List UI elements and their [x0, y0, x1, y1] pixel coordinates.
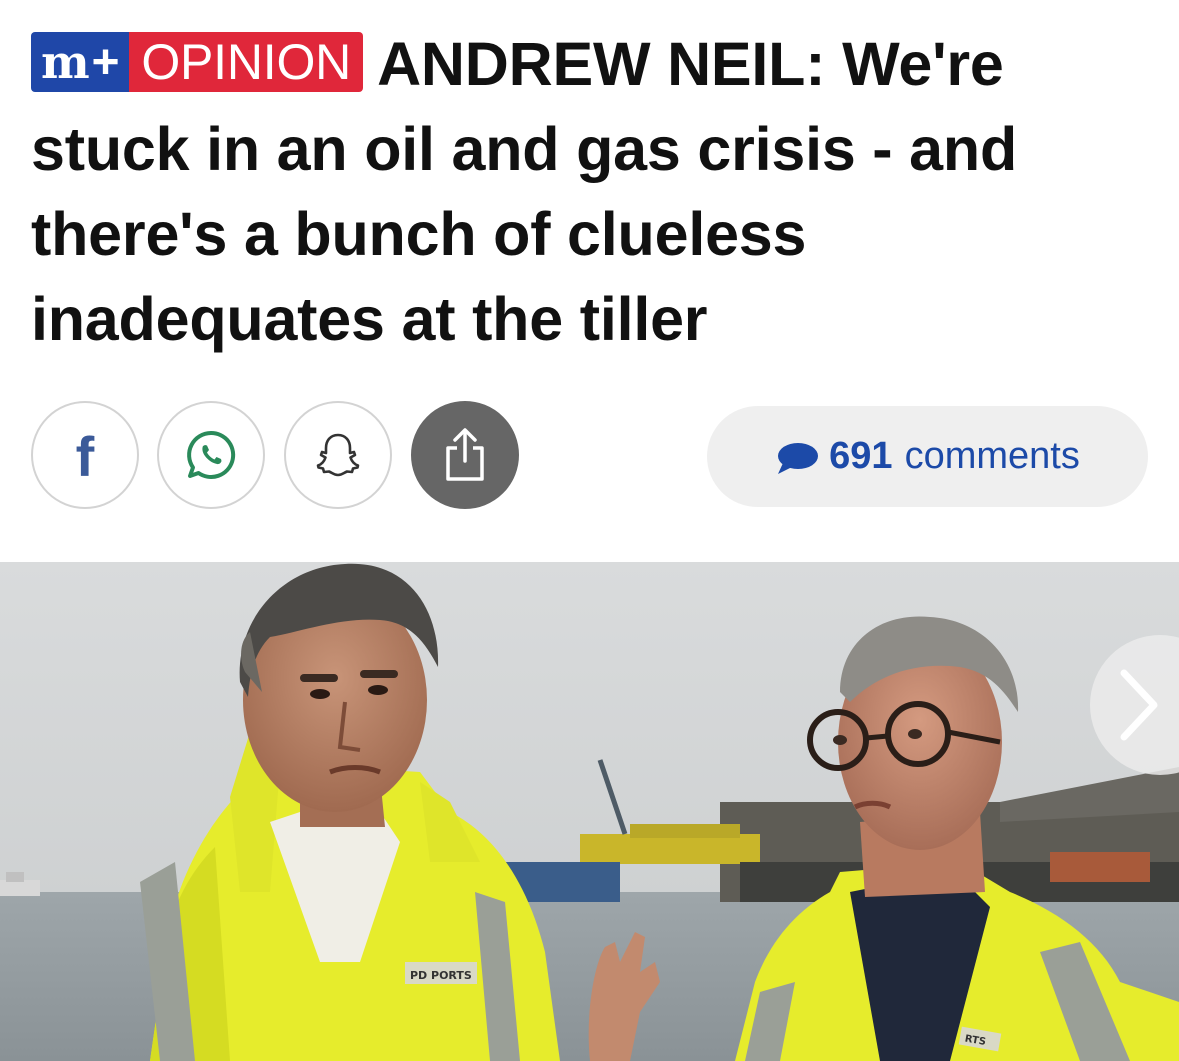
snapchat-share-button[interactable]	[284, 401, 392, 509]
share-icon	[446, 428, 484, 481]
headline[interactable]: m+ OPINION ANDREW NEIL: We're stuck in an …	[31, 22, 1151, 362]
comment-bubble-icon	[778, 442, 819, 474]
whatsapp-share-button[interactable]	[157, 401, 265, 509]
brand-mark: m	[41, 35, 90, 89]
opinion-label: OPINION	[129, 32, 364, 92]
left-jacket-label: PD PORTS	[410, 969, 472, 982]
comments-label: comments	[904, 435, 1080, 477]
facebook-icon: f	[75, 425, 95, 488]
brand-plus: +	[91, 36, 120, 89]
comments-button[interactable]: 691 comments	[707, 406, 1148, 507]
snapchat-icon	[316, 433, 360, 477]
article-photo[interactable]: PD PORTS RTS	[0, 562, 1179, 1061]
photo-illustration: PD PORTS RTS	[0, 562, 1179, 1061]
mail-plus-logo: m+	[31, 32, 130, 92]
whatsapp-icon	[187, 430, 236, 479]
headline-author: ANDREW NEIL:	[377, 30, 826, 98]
facebook-share-button[interactable]: f	[31, 401, 139, 509]
article-page: m+ OPINION ANDREW NEIL: We're stuck in an …	[0, 0, 1179, 1061]
comment-count: 691	[829, 435, 893, 477]
share-button[interactable]	[411, 401, 519, 509]
chevron-right-icon	[1120, 669, 1158, 741]
mail-plus-opinion-badge: m+ OPINION	[31, 32, 364, 92]
